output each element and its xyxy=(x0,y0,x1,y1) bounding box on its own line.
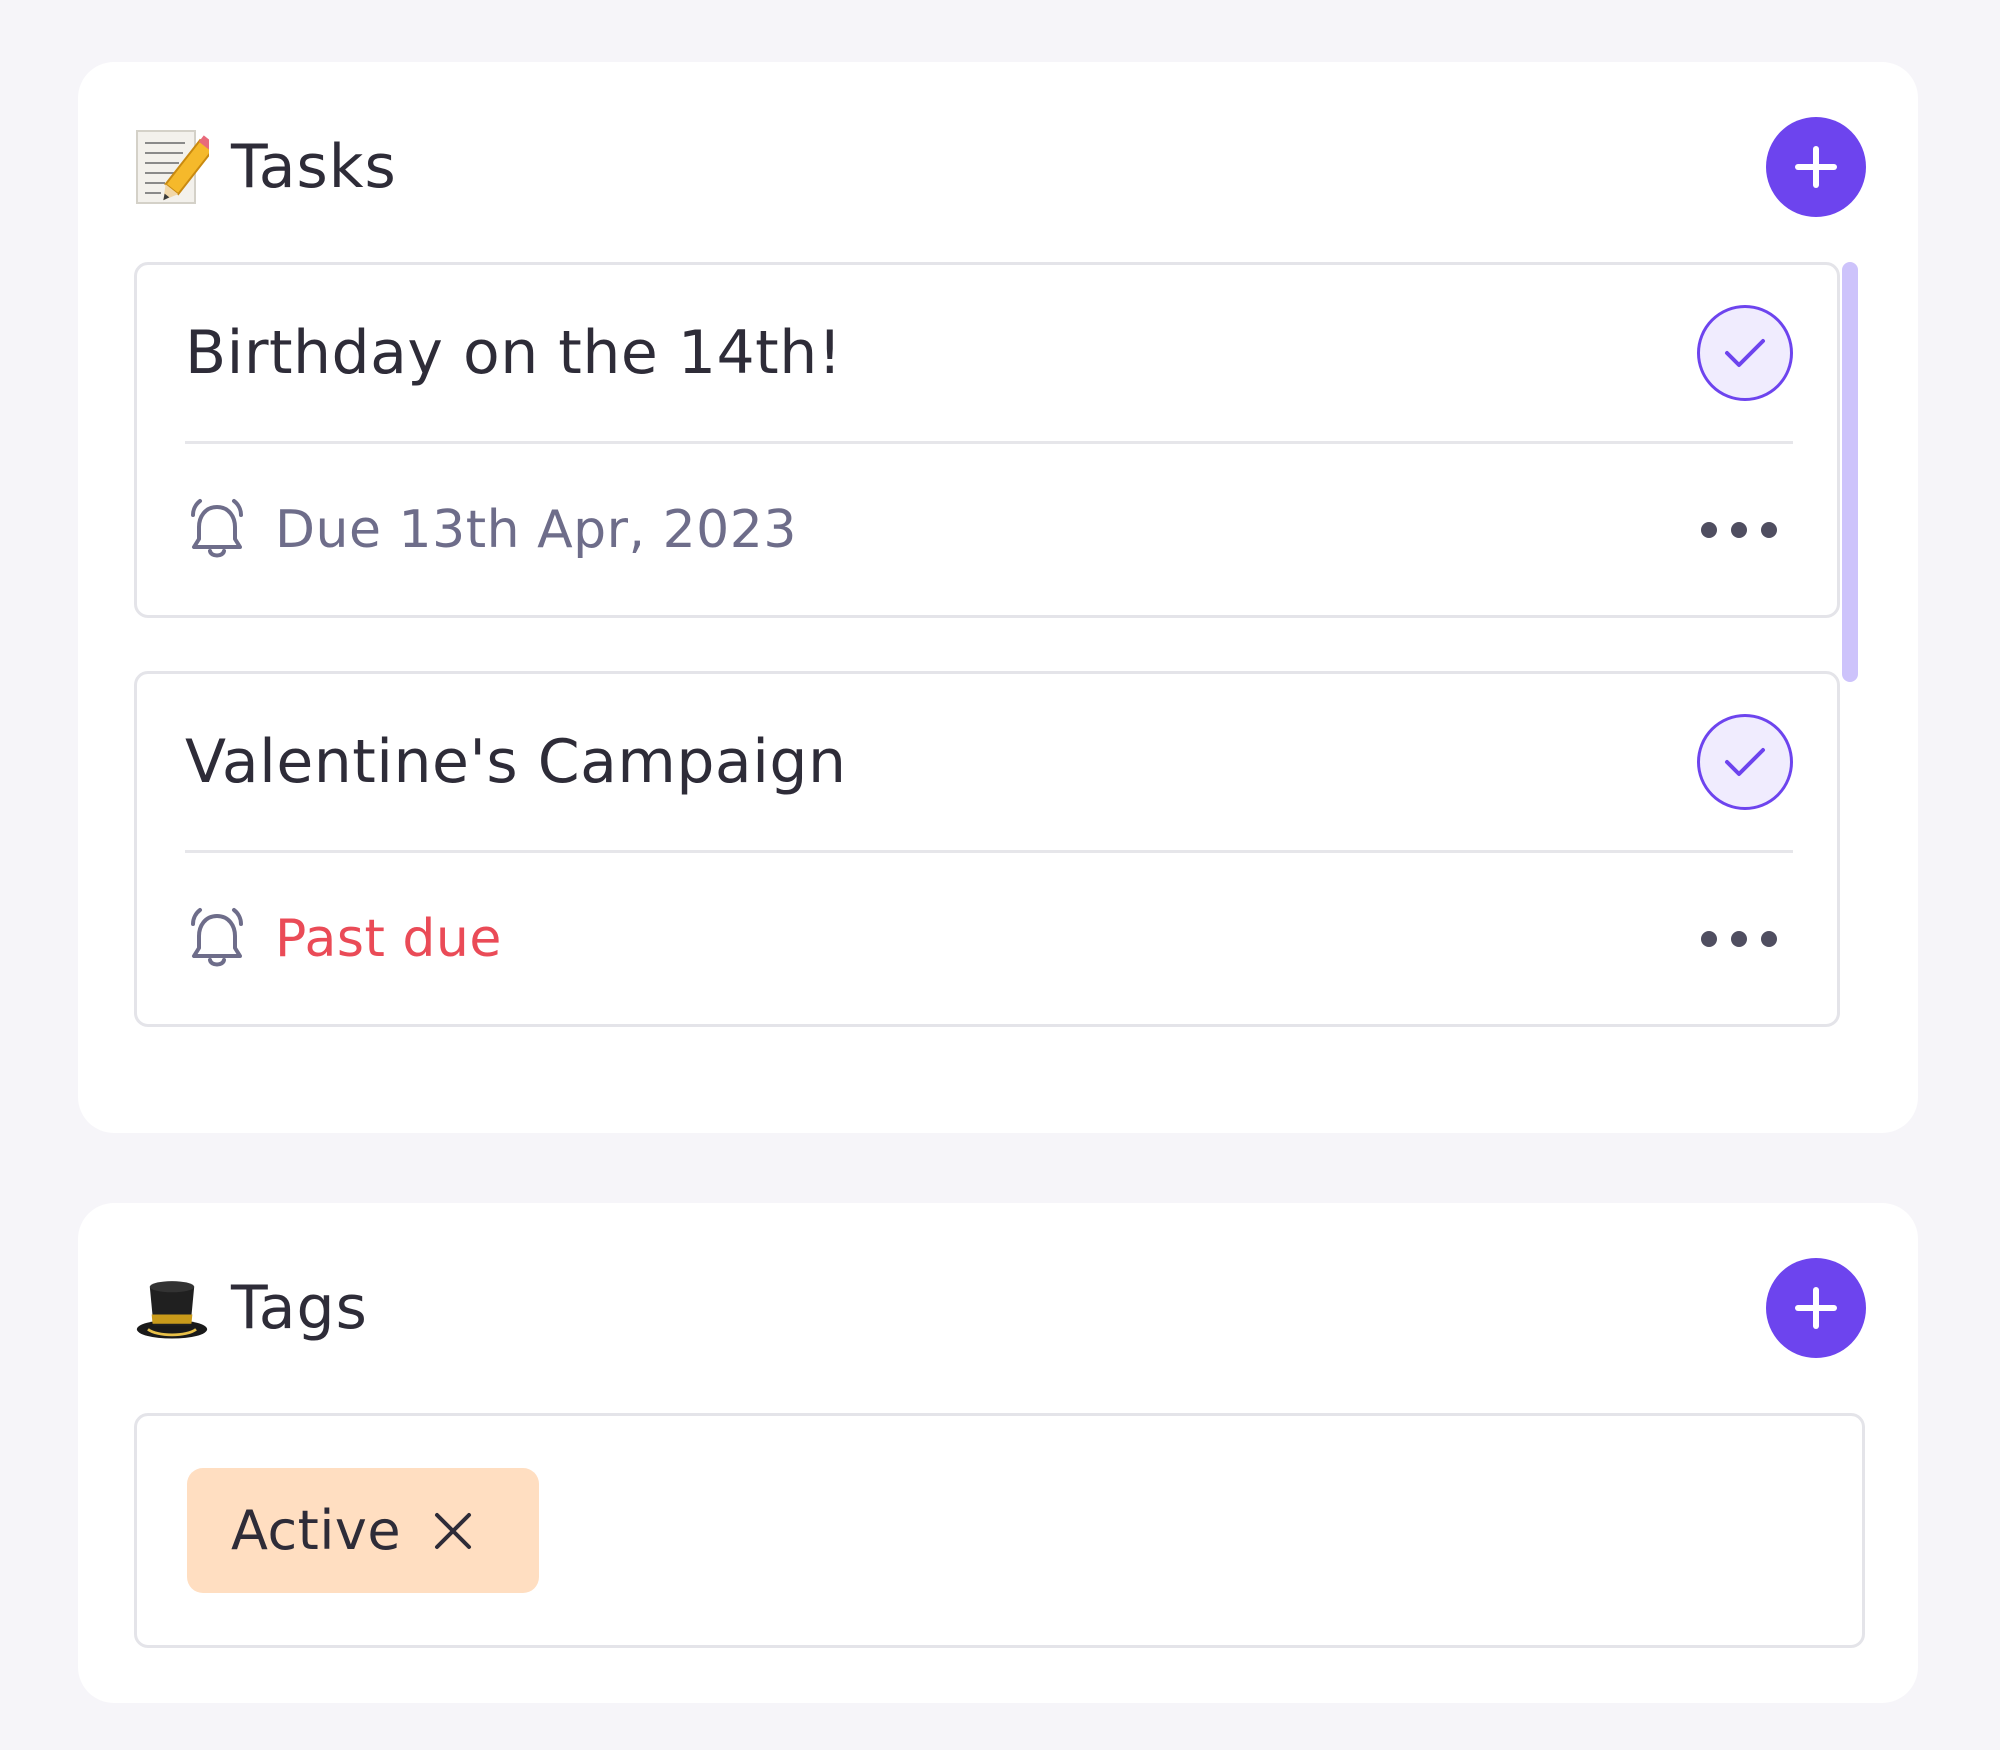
task-card: Birthday on the 14th! Due 13th Apr, 2023 xyxy=(134,262,1840,618)
more-dot xyxy=(1731,522,1747,538)
checkmark-icon xyxy=(1725,339,1765,367)
add-task-button[interactable] xyxy=(1766,117,1866,217)
plus-icon xyxy=(1795,1287,1837,1329)
tag-label: Active xyxy=(231,1499,402,1562)
tags-container: Active xyxy=(134,1413,1865,1648)
tasks-title-group: Tasks xyxy=(135,127,397,207)
tags-panel: Tags Active xyxy=(78,1203,1918,1703)
task-card: Valentine's Campaign Past due xyxy=(134,671,1840,1027)
complete-task-button[interactable] xyxy=(1697,714,1793,810)
add-tag-button[interactable] xyxy=(1766,1258,1866,1358)
task-more-options-button[interactable] xyxy=(1701,921,1777,957)
more-dot xyxy=(1701,522,1717,538)
task-title: Birthday on the 14th! xyxy=(185,318,843,388)
tags-header: Tags xyxy=(135,1258,1866,1358)
tags-title: Tags xyxy=(231,1273,368,1343)
more-dot xyxy=(1761,522,1777,538)
remove-tag-button[interactable] xyxy=(431,1509,475,1553)
more-dot xyxy=(1761,931,1777,947)
task-divider xyxy=(185,850,1793,853)
tasks-header: Tasks xyxy=(135,117,1866,217)
checkmark-icon xyxy=(1725,748,1765,776)
more-dot xyxy=(1701,931,1717,947)
task-list-scrollbar[interactable] xyxy=(1842,262,1858,682)
tasks-title: Tasks xyxy=(231,132,397,202)
memo-pencil-icon xyxy=(135,127,209,207)
task-past-due-label: Past due xyxy=(275,909,502,969)
top-hat-icon xyxy=(135,1268,209,1348)
task-due-date: Due 13th Apr, 2023 xyxy=(275,500,797,560)
tag-chip[interactable]: Active xyxy=(187,1468,539,1593)
tags-title-group: Tags xyxy=(135,1268,368,1348)
complete-task-button[interactable] xyxy=(1697,305,1793,401)
plus-icon xyxy=(1795,146,1837,188)
alarm-bell-icon xyxy=(191,499,243,558)
task-more-options-button[interactable] xyxy=(1701,512,1777,548)
task-title: Valentine's Campaign xyxy=(185,727,847,797)
more-dot xyxy=(1731,931,1747,947)
tasks-panel: Tasks Birthday on the 14th! Due 13th Apr… xyxy=(78,62,1918,1133)
task-divider xyxy=(185,441,1793,444)
close-icon xyxy=(435,1512,472,1549)
alarm-bell-icon xyxy=(191,908,243,967)
